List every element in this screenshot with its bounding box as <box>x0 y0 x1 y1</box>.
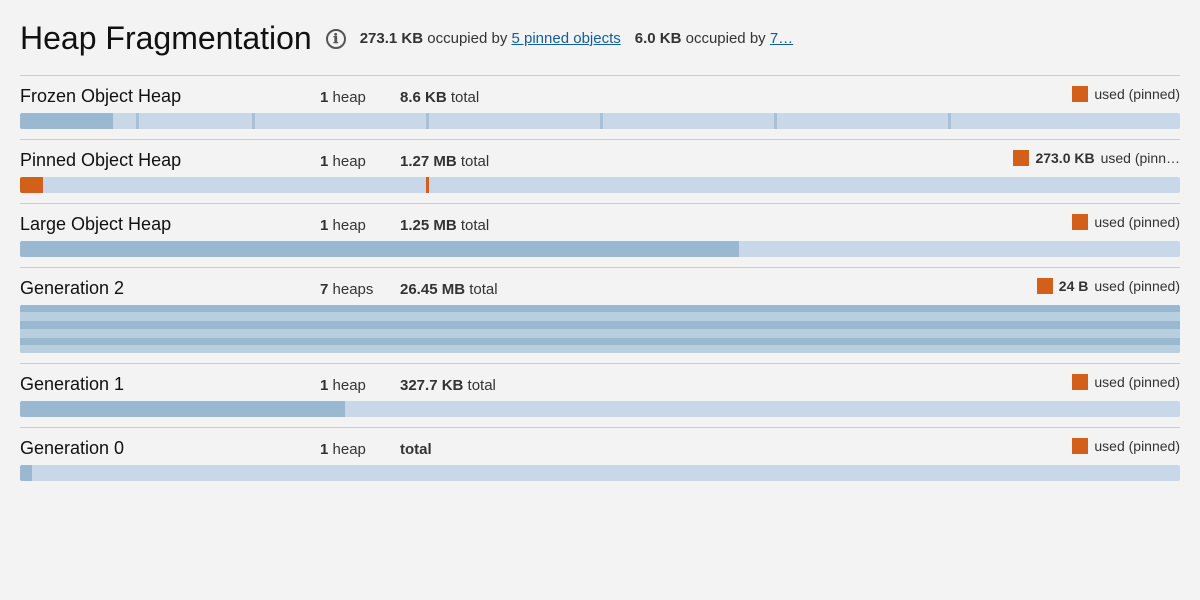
section-name-pinned-object-heap: Pinned Object Heap <box>20 150 320 171</box>
section-count-generation-2: 7 heaps <box>320 281 400 298</box>
bar-generation-1 <box>20 401 1180 417</box>
stat2-link[interactable]: 7… <box>770 30 793 47</box>
section-name-large-object-heap: Large Object Heap <box>20 214 320 235</box>
legend-box-large-object-heap <box>1072 214 1088 230</box>
section-name-frozen-object-heap: Frozen Object Heap <box>20 86 320 107</box>
section-header-frozen-object-heap: Frozen Object Heap1 heap8.6 KB total used… <box>20 86 1180 109</box>
legend-box-generation-1 <box>1072 374 1088 390</box>
bar-generation-2 <box>20 305 1180 353</box>
sections-container: Frozen Object Heap1 heap8.6 KB totalused… <box>20 75 1180 491</box>
bar-large-object-heap <box>20 241 1180 257</box>
section-header-generation-0: Generation 01 heaptotal used (pinned) <box>20 438 1180 461</box>
section-size-large-object-heap: 1.25 MB total <box>400 217 560 234</box>
section-generation-0: Generation 01 heaptotal used (pinned) <box>20 427 1180 491</box>
section-generation-2: Generation 27 heaps26.45 MB total 24 B us… <box>20 267 1180 363</box>
section-frozen-object-heap: Frozen Object Heap1 heap8.6 KB total used… <box>20 75 1180 139</box>
bar-generation-0 <box>20 465 1180 481</box>
stat1-link[interactable]: 5 pinned objects <box>512 30 621 47</box>
section-legend-large-object-heap: used (pinned) <box>900 214 1180 230</box>
section-name-generation-1: Generation 1 <box>20 374 320 395</box>
section-pinned-object-heap: Pinned Object Heap1 heap1.27 MB total 273… <box>20 139 1180 203</box>
section-count-frozen-object-heap: 1 heap <box>320 89 400 106</box>
section-header-pinned-object-heap: Pinned Object Heap1 heap1.27 MB total 273… <box>20 150 1180 173</box>
section-count-generation-0: 1 heap <box>320 441 400 458</box>
section-size-generation-0: total <box>400 441 560 458</box>
info-icon[interactable]: ℹ <box>326 29 346 49</box>
section-legend-generation-0: used (pinned) <box>900 438 1180 454</box>
section-generation-1: Generation 11 heap327.7 KB total used (pi… <box>20 363 1180 427</box>
bar-frozen-object-heap <box>20 113 1180 129</box>
section-legend-generation-1: used (pinned) <box>900 374 1180 390</box>
section-count-large-object-heap: 1 heap <box>320 217 400 234</box>
section-size-generation-1: 327.7 KB total <box>400 377 560 394</box>
section-header-generation-2: Generation 27 heaps26.45 MB total 24 B us… <box>20 278 1180 301</box>
section-header-large-object-heap: Large Object Heap1 heap1.25 MB total used… <box>20 214 1180 237</box>
stat2-size: 6.0 KB <box>635 30 682 47</box>
section-name-generation-0: Generation 0 <box>20 438 320 459</box>
section-count-generation-1: 1 heap <box>320 377 400 394</box>
section-count-pinned-object-heap: 1 heap <box>320 153 400 170</box>
section-legend-pinned-object-heap: 273.0 KB used (pinn… <box>900 150 1180 166</box>
section-header-generation-1: Generation 11 heap327.7 KB total used (pi… <box>20 374 1180 397</box>
section-size-frozen-object-heap: 8.6 KB total <box>400 89 560 106</box>
stat1-size: 273.1 KB <box>360 30 423 47</box>
legend-box-frozen-object-heap <box>1072 86 1088 102</box>
section-legend-generation-2: 24 B used (pinned) <box>900 278 1180 294</box>
page-title: Heap Fragmentation <box>20 20 312 57</box>
bar-pinned-object-heap <box>20 177 1180 193</box>
section-size-pinned-object-heap: 1.27 MB total <box>400 153 560 170</box>
legend-box-pinned-object-heap <box>1013 150 1029 166</box>
section-legend-frozen-object-heap: used (pinned) <box>900 86 1180 102</box>
section-large-object-heap: Large Object Heap1 heap1.25 MB total used… <box>20 203 1180 267</box>
header-stat-2: 6.0 KB occupied by 7… <box>635 30 793 47</box>
legend-box-generation-2 <box>1037 278 1053 294</box>
header-stat-1: 273.1 KB occupied by 5 pinned objects <box>360 30 621 47</box>
section-size-generation-2: 26.45 MB total <box>400 281 560 298</box>
section-name-generation-2: Generation 2 <box>20 278 320 299</box>
legend-box-generation-0 <box>1072 438 1088 454</box>
